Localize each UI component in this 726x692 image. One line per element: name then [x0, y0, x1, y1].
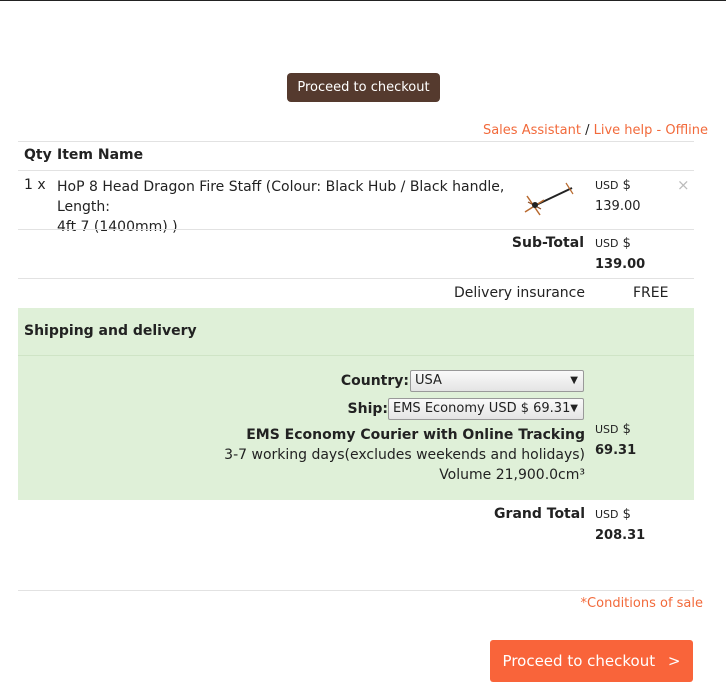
chevron-down-icon: ▼ [570, 375, 578, 386]
proceed-to-checkout-bottom-button[interactable]: Proceed to checkout > [490, 640, 693, 682]
ship-label: Ship: [347, 401, 388, 417]
shipping-panel: Shipping and delivery Country: USA ▼ Shi… [18, 308, 694, 500]
delivery-insurance-value: FREE [633, 285, 669, 301]
currency-symbol: $ [622, 178, 631, 193]
currency-symbol: $ [622, 236, 631, 251]
grand-total-label: Grand Total [494, 506, 585, 522]
shipping-divider [18, 355, 694, 356]
country-select-value: USA [415, 373, 442, 388]
ship-method-select-value: EMS Economy USD $ 69.31 [393, 401, 571, 416]
item-name-line-2: 4ft 7 (1400mm) ) [57, 219, 178, 235]
country-label: Country: [340, 373, 409, 389]
shipping-cost: USD $ 69.31 [595, 419, 636, 461]
top-border [0, 0, 726, 1]
live-help-link[interactable]: Live help - Offline [594, 123, 708, 138]
country-select[interactable]: USA ▼ [410, 370, 584, 392]
divider [18, 278, 694, 279]
currency-code: USD [595, 237, 619, 250]
subtotal-value: 139.00 [595, 257, 646, 272]
proceed-to-checkout-top-button[interactable]: Proceed to checkout [287, 73, 440, 102]
item-name-header: Item Name [57, 147, 144, 163]
chevron-down-icon: ▼ [570, 403, 578, 414]
help-links: Sales Assistant / Live help - Offline [483, 123, 708, 138]
chevron-right-icon: > [667, 652, 681, 670]
shipping-method-name: EMS Economy Courier with Online Tracking [246, 427, 585, 443]
divider [18, 141, 694, 142]
currency-symbol: $ [622, 422, 631, 437]
divider [18, 590, 694, 591]
divider [18, 229, 694, 230]
sales-assistant-link[interactable]: Sales Assistant [483, 123, 581, 138]
shipping-volume: Volume 21,900.0cm³ [439, 467, 585, 483]
checkout-button-label: Proceed to checkout [502, 652, 656, 670]
remove-item-icon[interactable]: × [677, 176, 690, 194]
delivery-insurance-label: Delivery insurance [453, 285, 585, 301]
fire-staff-icon[interactable] [524, 182, 576, 218]
currency-symbol: $ [622, 507, 631, 522]
subtotal-label: Sub-Total [511, 235, 584, 251]
conditions-of-sale-link[interactable]: *Conditions of sale [581, 596, 703, 611]
item-name: HoP 8 Head Dragon Fire Staff (Colour: Bl… [57, 177, 517, 237]
item-qty: 1 x [24, 177, 46, 193]
qty-header: Qty [24, 147, 52, 163]
divider [18, 170, 694, 171]
grand-total-value: 208.31 [595, 528, 646, 543]
subtotal-price: USD $ 139.00 [595, 233, 645, 275]
item-name-line-1: HoP 8 Head Dragon Fire Staff (Colour: Bl… [57, 179, 505, 215]
shipping-days: 3-7 working days(excludes weekends and h… [224, 447, 585, 463]
currency-code: USD [595, 508, 619, 521]
item-price: USD $ 139.00 [595, 175, 641, 217]
item-price-value: 139.00 [595, 199, 641, 214]
currency-code: USD [595, 423, 619, 436]
shipping-cost-value: 69.31 [595, 443, 637, 458]
currency-code: USD [595, 179, 619, 192]
shipping-heading: Shipping and delivery [24, 323, 197, 339]
help-separator: / [585, 123, 590, 138]
grand-total-price: USD $ 208.31 [595, 504, 645, 546]
ship-method-select[interactable]: EMS Economy USD $ 69.31 ▼ [388, 398, 584, 420]
